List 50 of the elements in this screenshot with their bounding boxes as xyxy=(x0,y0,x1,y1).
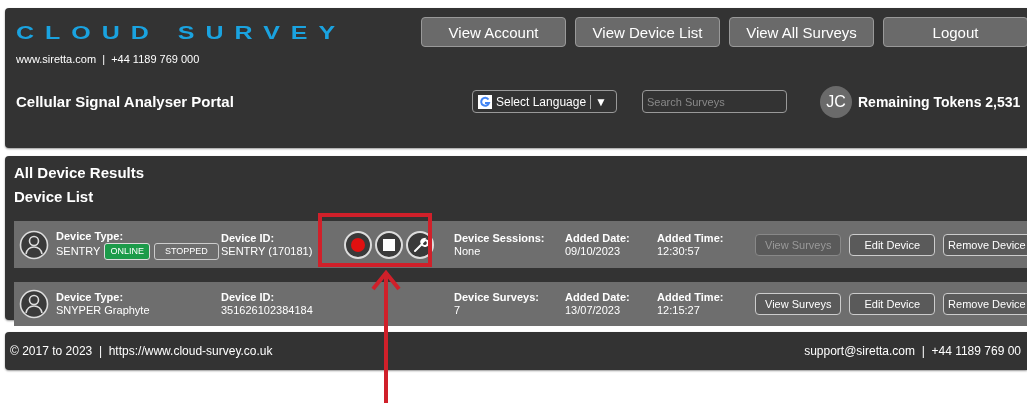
field-label: Added Date: xyxy=(565,231,630,245)
field-value: SNYPER Graphyte xyxy=(56,304,150,317)
footer-text: © 2017 to 2023 | https://www.cloud-survey.co.uk xyxy=(10,344,273,358)
field-label: Device Type: xyxy=(56,291,124,304)
field-value: 7 xyxy=(454,304,461,317)
section-subtitle: Device List xyxy=(14,188,94,205)
user-icon xyxy=(19,229,49,260)
language-select[interactable]: Select Language ▼ xyxy=(472,90,617,113)
field-label: Device ID: xyxy=(221,231,275,245)
google-icon xyxy=(478,94,492,109)
record-button[interactable] xyxy=(344,230,372,259)
field-label: Added Time: xyxy=(657,231,724,245)
field-value: SENTRY xyxy=(56,244,101,258)
user-icon xyxy=(19,289,49,319)
stop-icon xyxy=(383,238,395,251)
search-field[interactable]: Search Surveys xyxy=(642,90,787,113)
tokens-text: Remaining Tokens 2,531 xyxy=(858,93,1021,110)
field-value: None xyxy=(454,244,481,258)
field-value: 12:30:57 xyxy=(657,244,700,258)
field-value: 13/07/2023 xyxy=(565,304,621,317)
wrench-icon xyxy=(412,236,428,253)
contact-text: www.siretta.com | +44 1189 769 000 xyxy=(16,53,200,65)
field-value: 12:15:27 xyxy=(657,304,700,317)
status-badge: STOPPED xyxy=(153,242,219,260)
field-label: Device Surveys: xyxy=(454,291,539,304)
record-icon xyxy=(351,237,365,252)
device-action-button[interactable]: Edit Device xyxy=(849,233,936,256)
avatar[interactable]: JC xyxy=(820,85,852,118)
footer-contact: support@siretta.com | +44 1189 769 00 xyxy=(804,344,1021,358)
section-title: All Device Results xyxy=(14,164,145,181)
device-action-button[interactable]: Remove Device xyxy=(943,233,1027,256)
status-badge: ONLINE xyxy=(104,242,150,260)
field-label: Added Time: xyxy=(657,291,724,304)
field-value: SENTRY (170181) xyxy=(221,244,313,258)
field-value: 351626102384184 xyxy=(221,304,313,317)
field-label: Added Date: xyxy=(565,291,630,304)
field-label: Device Type: xyxy=(56,229,124,243)
field-label: Device Sessions: xyxy=(454,231,545,245)
field-value: 09/10/2023 xyxy=(565,244,621,258)
portal-title: Cellular Signal Analyser Portal xyxy=(16,93,234,110)
nav-button[interactable]: View Account xyxy=(421,17,566,47)
nav-button[interactable]: View All Surveys xyxy=(729,17,874,47)
stop-button[interactable] xyxy=(375,230,403,259)
device-action-button[interactable]: Remove Device xyxy=(943,293,1027,315)
field-label: Device ID: xyxy=(221,291,275,304)
nav-button[interactable]: Logout xyxy=(883,17,1027,47)
device-action-button[interactable]: View Surveys xyxy=(755,293,842,315)
nav-button[interactable]: View Device List xyxy=(575,17,720,47)
logo: CLOUD SURVEY xyxy=(16,20,347,44)
device-action-button[interactable]: Edit Device xyxy=(849,293,936,315)
